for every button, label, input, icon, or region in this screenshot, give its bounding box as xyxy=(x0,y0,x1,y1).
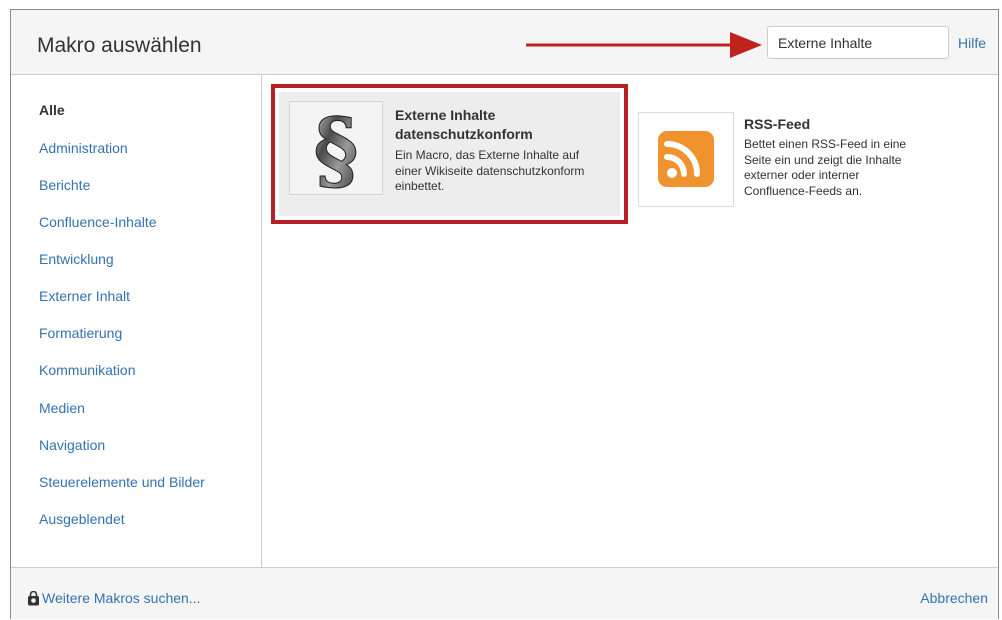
category-item-confluence-inhalte[interactable]: Confluence-Inhalte xyxy=(39,214,157,230)
dialog-footer: Weitere Makros suchen... Abbrechen xyxy=(11,567,998,619)
macro-card-highlight: § Externe Inhalte datenschutzkonform Ein… xyxy=(279,92,620,216)
search-input[interactable] xyxy=(767,26,949,59)
category-item-navigation[interactable]: Navigation xyxy=(39,437,105,453)
category-item-berichte[interactable]: Berichte xyxy=(39,177,90,193)
category-item-formatierung[interactable]: Formatierung xyxy=(39,325,122,341)
macro-description-line: externer oder interner xyxy=(744,168,860,182)
category-item-externer-inhalt[interactable]: Externer Inhalt xyxy=(39,288,130,304)
macro-title-line: Externe Inhalte xyxy=(395,107,496,123)
annotation-arrow-icon xyxy=(526,32,762,58)
macro-description-line: Ein Macro, das Externe Inhalte auf xyxy=(395,148,580,162)
category-item-administration[interactable]: Administration xyxy=(39,140,128,156)
macro-browser-dialog: Makro auswählen Hilfe Alle Administratio… xyxy=(10,9,999,619)
macro-card-externe-inhalte[interactable]: § Externe Inhalte datenschutzkonform Ein… xyxy=(271,84,628,224)
macro-description: Ein Macro, das Externe Inhalte auf einer… xyxy=(395,148,625,195)
macro-description-line: Bettet einen RSS-Feed in eine xyxy=(744,137,907,151)
category-item-entwicklung[interactable]: Entwicklung xyxy=(39,251,114,267)
macro-description-line: Confluence-Feeds an. xyxy=(744,183,863,198)
macro-icon-frame xyxy=(638,112,734,207)
more-macros-link[interactable]: Weitere Makros suchen... xyxy=(27,590,200,606)
dialog-header: Makro auswählen Hilfe xyxy=(11,10,998,75)
macro-description-line: einer Wikiseite datenschutzkonform xyxy=(395,163,585,178)
category-item-kommunikation[interactable]: Kommunikation xyxy=(39,362,136,378)
dialog-title: Makro auswählen xyxy=(37,34,202,57)
macro-title-line: datenschutzkonform xyxy=(395,126,533,142)
more-macros-label: Weitere Makros suchen... xyxy=(42,590,201,606)
marketplace-bag-icon xyxy=(28,590,39,605)
macro-card-rss-feed[interactable]: RSS-Feed Bettet einen RSS-Feed in eine S… xyxy=(638,92,998,207)
macro-description-line: einbettet. xyxy=(395,179,445,193)
category-item-alle[interactable]: Alle xyxy=(39,102,65,118)
category-item-medien[interactable]: Medien xyxy=(39,400,85,416)
category-item-ausgeblendet[interactable]: Ausgeblendet xyxy=(39,511,125,527)
macro-title: Externe Inhalte datenschutzkonform xyxy=(395,106,625,144)
category-item-steuerelemente-und-bilder[interactable]: Steuerelemente und Bilder xyxy=(39,474,205,490)
macro-list: § Externe Inhalte datenschutzkonform Ein… xyxy=(262,74,998,567)
cancel-link[interactable]: Abbrechen xyxy=(920,590,988,606)
paragraph-sign-icon: § xyxy=(313,100,359,202)
macro-icon-frame: § xyxy=(289,100,383,202)
macro-description-line: Seite ein und zeigt die Inhalte xyxy=(744,152,902,167)
svg-text:§: § xyxy=(314,102,359,194)
macro-title: RSS-Feed xyxy=(744,116,811,132)
macro-description: Bettet einen RSS-Feed in eine Seite ein … xyxy=(744,137,964,199)
category-sidebar: Alle Administration Berichte Confluence-… xyxy=(11,74,262,567)
rss-icon xyxy=(658,131,714,187)
help-link[interactable]: Hilfe xyxy=(958,35,986,51)
